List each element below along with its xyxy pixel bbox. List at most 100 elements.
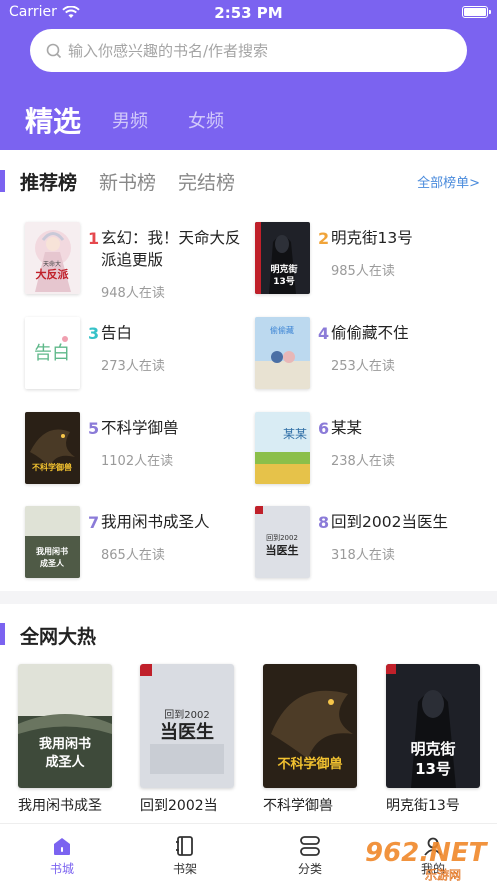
book-title: 回到2002当医生 [331,513,448,531]
rank-number: 5 [88,419,100,438]
rank-number: 4 [318,324,330,343]
reader-count: 948人在读 [101,286,165,301]
tab-new-books[interactable]: 新书榜 [99,168,156,195]
reader-count: 865人在读 [101,548,165,563]
tab-label: 书架 [172,862,197,876]
book-title: 回到2002当 [140,798,218,814]
svg-text:某某: 某某 [283,427,307,441]
tab-label: 分类 [297,862,322,876]
status-bar: Carrier 2:53 PM [0,0,497,26]
reader-count: 273人在读 [101,359,165,374]
svg-text:不科学御兽: 不科学御兽 [32,462,72,472]
all-rankings-link[interactable]: 全部榜单> [417,172,480,191]
section-accent-bar [0,623,5,645]
hot-book-card[interactable]: 我用闲书 成圣人 我用闲书成圣 [18,664,114,815]
tab-category[interactable]: 分类 [280,832,340,877]
svg-text:我用闲书: 我用闲书 [39,736,91,752]
rank-tabs: 推荐榜 新书榜 完结榜 [20,168,235,195]
rank-item[interactable]: 不科学御兽 5 不科学御兽 1102人在读 [25,412,265,488]
rank-item[interactable]: 大反派 天命大 1 玄幻：我！天命大反派追更版 948人在读 [25,222,265,301]
channel-tab-female[interactable]: 女频 [188,107,224,133]
svg-text:我用闲书: 我用闲书 [36,546,68,556]
home-icon [54,838,70,855]
svg-text:回到2002: 回到2002 [266,534,298,542]
book-title: 明克街13号 [386,798,460,814]
book-title: 明克街13号 [331,229,413,247]
bookshelf-icon [176,836,193,856]
rank-item[interactable]: 偷偷藏 4 偷偷藏不住 253人在读 [255,317,495,393]
tab-completed[interactable]: 完结榜 [178,168,235,195]
svg-text:大反派: 大反派 [36,267,70,281]
book-title: 我用闲书成圣 [18,798,102,814]
watermark-logo: 962.NET 乐游网 [363,835,493,883]
book-cover: 偷偷藏 [255,317,310,389]
tab-label: 书城 [49,862,74,876]
reader-count: 1102人在读 [101,454,174,469]
svg-text:13号: 13号 [415,760,451,778]
hot-book-card[interactable]: 回到2002 当医生 回到2002当 [140,664,236,815]
rank-number: 2 [318,229,330,248]
rank-number: 7 [88,513,100,532]
search-placeholder: 输入你感兴趣的书名/作者搜索 [68,42,269,60]
svg-text:不科学御兽: 不科学御兽 [277,756,342,772]
book-cover: 某某 [255,412,310,484]
book-title: 某某 [331,419,363,437]
svg-text:明克街: 明克街 [270,263,297,275]
book-title: 我用闲书成圣人 [101,513,210,531]
svg-text:成圣人: 成圣人 [40,558,65,568]
svg-text:天命大: 天命大 [43,260,61,268]
rank-item[interactable]: 明克街 13号 2 明克街13号 985人在读 [255,222,495,298]
book-title: 不科学御兽 [101,419,179,437]
svg-text:乐游网: 乐游网 [425,868,461,882]
book-title: 不科学御兽 [263,798,333,814]
rank-number: 6 [318,419,330,438]
book-cover: 告白 [25,317,80,389]
book-cover: 明克街 13号 [386,664,480,788]
tab-bookshelf[interactable]: 书架 [155,832,215,877]
rank-number: 1 [88,229,100,248]
svg-text:回到2002: 回到2002 [164,709,209,721]
tab-bookstore[interactable]: 书城 [32,832,92,877]
reader-count: 238人在读 [331,454,395,469]
reader-count: 318人在读 [331,548,395,563]
hot-book-card[interactable]: 明克街 13号 明克街13号 [386,664,482,815]
svg-text:成圣人: 成圣人 [45,754,85,770]
book-cover: 明克街 13号 [255,222,310,294]
channel-tab-male[interactable]: 男频 [112,107,148,133]
book-cover: 回到2002 当医生 [140,664,234,788]
svg-text:13号: 13号 [273,276,295,287]
book-cover: 大反派 天命大 [25,222,80,294]
rank-item[interactable]: 某某 6 某某 238人在读 [255,412,495,488]
reader-count: 985人在读 [331,264,395,279]
rank-item[interactable]: 我用闲书 成圣人 7 我用闲书成圣人 865人在读 [25,506,265,582]
svg-text:962.NET: 962.NET [365,838,489,868]
svg-text:告白: 告白 [34,343,70,364]
book-title: 告白 [101,324,133,342]
search-icon [46,43,62,58]
category-icon [300,836,320,856]
book-title: 玄幻：我！天命大反派追更版 [101,229,241,269]
book-cover: 我用闲书 成圣人 [18,664,112,788]
svg-text:明克街: 明克街 [410,740,455,758]
book-title: 偷偷藏不住 [331,324,409,342]
svg-text:偷偷藏: 偷偷藏 [270,325,294,335]
rank-item[interactable]: 回到2002 当医生 8 回到2002当医生 318人在读 [255,506,495,582]
channel-tab-featured[interactable]: 精选 [25,100,81,140]
book-cover: 不科学御兽 [25,412,80,484]
search-bar[interactable]: 输入你感兴趣的书名/作者搜索 [30,29,467,72]
rank-number: 8 [318,513,330,532]
svg-text:当医生: 当医生 [266,543,299,557]
rank-item[interactable]: 告白 3 告白 273人在读 [25,317,265,393]
svg-text:当医生: 当医生 [160,721,214,743]
section-accent-bar [0,170,5,192]
hot-book-card[interactable]: 不科学御兽 不科学御兽 [263,664,359,815]
status-time: 2:53 PM [214,4,283,22]
rank-number: 3 [88,324,100,343]
section-divider [0,591,497,604]
tab-recommended[interactable]: 推荐榜 [20,168,77,195]
battery-icon [462,6,491,18]
book-cover: 不科学御兽 [263,664,357,788]
reader-count: 253人在读 [331,359,395,374]
hot-section-title: 全网大热 [20,626,97,648]
book-cover: 我用闲书 成圣人 [25,506,80,578]
